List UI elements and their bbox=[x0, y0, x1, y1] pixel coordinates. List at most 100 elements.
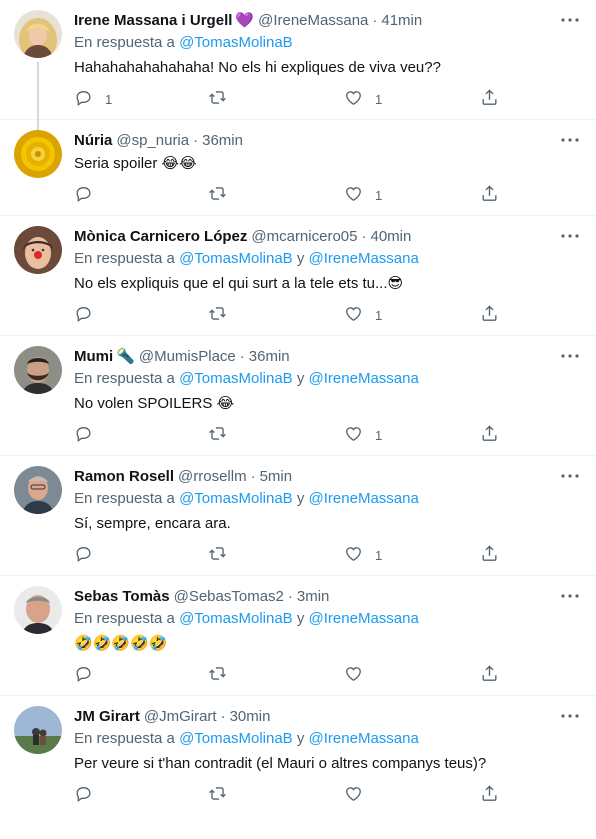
more-icon[interactable] bbox=[558, 226, 582, 246]
reply-button[interactable] bbox=[74, 664, 105, 686]
timestamp[interactable]: 41min bbox=[381, 12, 422, 29]
name-emoji: 💜 bbox=[235, 12, 255, 29]
retweet-button[interactable] bbox=[208, 184, 239, 206]
action-bar bbox=[74, 664, 499, 686]
author-name[interactable]: Sebas Tomàs bbox=[74, 588, 170, 605]
reply-context: En respuesta a @TomasMolinaB y @IreneMas… bbox=[74, 730, 580, 750]
timestamp[interactable]: 36min bbox=[202, 132, 243, 149]
tweet[interactable]: Mumi 🔦 @MumisPlace · 36min En respuesta … bbox=[0, 336, 596, 456]
tweet[interactable]: Irene Massana i Urgell 💜 @IreneMassana ·… bbox=[0, 0, 596, 131]
share-button[interactable] bbox=[480, 784, 499, 806]
author-name[interactable]: JM Girart bbox=[74, 708, 140, 725]
tweet[interactable]: Mònica Carnicero López @mcarnicero05 · 4… bbox=[0, 216, 596, 336]
retweet-button[interactable] bbox=[208, 304, 239, 326]
like-button[interactable]: 1 bbox=[344, 544, 382, 566]
reply-button[interactable] bbox=[74, 544, 105, 566]
mention-link[interactable]: @IreneMassana bbox=[309, 490, 419, 507]
timestamp[interactable]: 3min bbox=[297, 588, 330, 605]
more-icon[interactable] bbox=[558, 706, 582, 726]
like-button[interactable] bbox=[344, 784, 375, 806]
reply-button[interactable] bbox=[74, 304, 105, 326]
author-handle[interactable]: @rrosellm bbox=[178, 468, 247, 485]
share-icon bbox=[480, 88, 499, 110]
mention-link[interactable]: @TomasMolinaB bbox=[179, 250, 293, 267]
share-button[interactable] bbox=[480, 184, 499, 206]
reply-prefix: En respuesta a bbox=[74, 610, 175, 627]
more-icon[interactable] bbox=[558, 10, 582, 30]
more-icon[interactable] bbox=[558, 346, 582, 366]
avatar[interactable] bbox=[14, 586, 62, 634]
author-name[interactable]: Irene Massana i Urgell bbox=[74, 12, 232, 29]
mention-link[interactable]: @TomasMolinaB bbox=[179, 730, 293, 747]
share-button[interactable] bbox=[480, 88, 499, 110]
mention-link[interactable]: @IreneMassana bbox=[309, 370, 419, 387]
author-handle[interactable]: @MumisPlace bbox=[139, 348, 236, 365]
share-button[interactable] bbox=[480, 424, 499, 446]
mention-link[interactable]: @TomasMolinaB bbox=[179, 610, 293, 627]
avatar[interactable] bbox=[14, 10, 62, 58]
like-button[interactable]: 1 bbox=[344, 184, 382, 206]
avatar[interactable] bbox=[14, 706, 62, 754]
avatar[interactable] bbox=[14, 466, 62, 514]
timestamp[interactable]: 36min bbox=[249, 348, 290, 365]
author-handle[interactable]: @sp_nuria bbox=[116, 132, 189, 149]
mention-link[interactable]: @TomasMolinaB bbox=[179, 370, 293, 387]
reply-button[interactable] bbox=[74, 424, 105, 446]
reply-prefix: En respuesta a bbox=[74, 34, 175, 51]
author-name[interactable]: Mumi bbox=[74, 348, 113, 365]
mention-link[interactable]: @TomasMolinaB bbox=[179, 490, 293, 507]
timestamp[interactable]: 5min bbox=[260, 468, 293, 485]
dot-separator: · bbox=[193, 131, 199, 149]
name-emoji: 🔦 bbox=[116, 348, 135, 365]
author-name[interactable]: Núria bbox=[74, 132, 112, 149]
reply-button[interactable] bbox=[74, 784, 105, 806]
share-button[interactable] bbox=[480, 304, 499, 326]
reply-prefix: En respuesta a bbox=[74, 250, 175, 267]
like-button[interactable]: 1 bbox=[344, 424, 382, 446]
tweet-text: Per veure si t'han contradit (el Mauri o… bbox=[74, 755, 487, 772]
reply-button[interactable] bbox=[74, 184, 105, 206]
tweet-text: Hahahahahahahaha! No els hi expliques de… bbox=[74, 59, 441, 76]
like-button[interactable] bbox=[344, 664, 375, 686]
author-handle[interactable]: @JmGirart bbox=[144, 708, 217, 725]
author-handle[interactable]: @SebasTomas2 bbox=[174, 588, 284, 605]
more-icon[interactable] bbox=[558, 466, 582, 486]
like-button[interactable]: 1 bbox=[344, 304, 382, 326]
tweet[interactable]: Núria @sp_nuria · 36min Seria spoiler 😂😂 bbox=[0, 120, 596, 216]
reply-context: En respuesta a @TomasMolinaB y @IreneMas… bbox=[74, 250, 580, 270]
share-button[interactable] bbox=[480, 664, 499, 686]
reply-context: En respuesta a @TomasMolinaB bbox=[74, 34, 580, 54]
mention-link[interactable]: @TomasMolinaB bbox=[179, 34, 293, 51]
author-name[interactable]: Mònica Carnicero López bbox=[74, 228, 247, 245]
tweet[interactable]: Ramon Rosell @rrosellm · 5min En respues… bbox=[0, 456, 596, 576]
avatar[interactable] bbox=[14, 130, 62, 178]
reply-button[interactable]: 1 bbox=[74, 88, 112, 110]
avatar[interactable] bbox=[14, 346, 62, 394]
more-icon[interactable] bbox=[558, 586, 582, 606]
share-button[interactable] bbox=[480, 544, 499, 566]
mention-link[interactable]: @IreneMassana bbox=[309, 250, 419, 267]
retweet-button[interactable] bbox=[208, 88, 239, 110]
mention-joiner: y bbox=[296, 730, 305, 747]
timestamp[interactable]: 30min bbox=[230, 708, 271, 725]
author-handle[interactable]: @IreneMassana bbox=[258, 12, 368, 29]
tweet[interactable]: Sebas Tomàs @SebasTomas2 · 3min En respu… bbox=[0, 576, 596, 696]
tweet[interactable]: JM Girart @JmGirart · 30min En respuesta… bbox=[0, 696, 596, 806]
timestamp[interactable]: 40min bbox=[370, 228, 411, 245]
author-handle[interactable]: @mcarnicero05 bbox=[251, 228, 357, 245]
retweet-button[interactable] bbox=[208, 424, 239, 446]
like-count: 1 bbox=[375, 547, 383, 563]
share-icon bbox=[480, 304, 499, 326]
author-name[interactable]: Ramon Rosell bbox=[74, 468, 174, 485]
retweet-button[interactable] bbox=[208, 664, 239, 686]
tweet-header: Núria @sp_nuria · 36min bbox=[74, 130, 580, 150]
retweet-button[interactable] bbox=[208, 544, 239, 566]
mention-link[interactable]: @IreneMassana bbox=[309, 610, 419, 627]
more-icon[interactable] bbox=[558, 130, 582, 150]
like-button[interactable]: 1 bbox=[344, 88, 382, 110]
avatar[interactable] bbox=[14, 226, 62, 274]
reply-icon bbox=[74, 664, 93, 686]
mention-link[interactable]: @IreneMassana bbox=[309, 730, 419, 747]
share-icon bbox=[480, 424, 499, 446]
retweet-button[interactable] bbox=[208, 784, 239, 806]
